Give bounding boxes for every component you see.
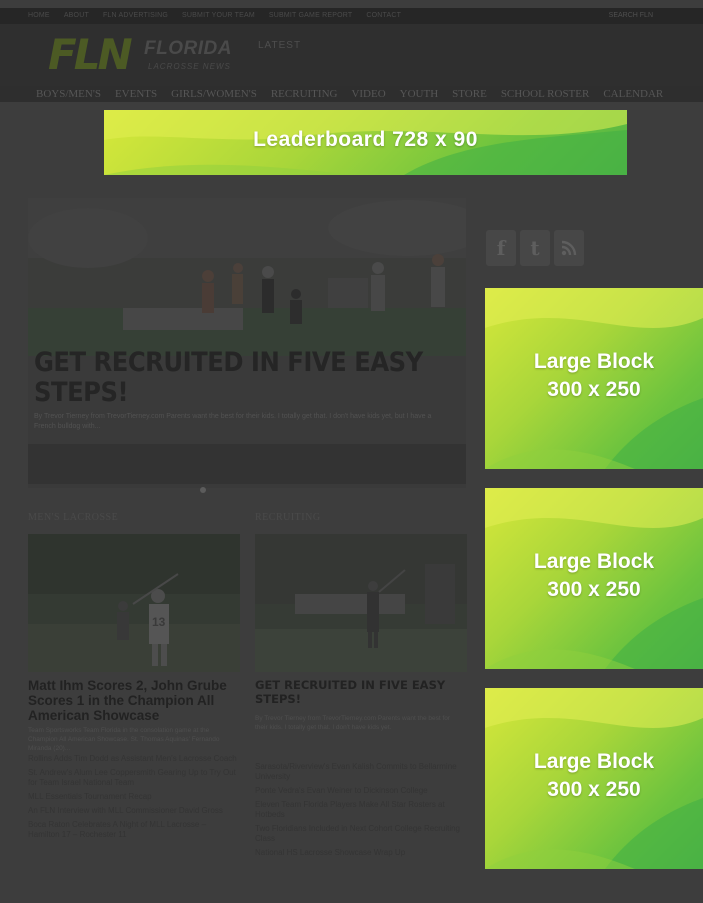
list-item[interactable]: Ponte Vedra's Evan Weiner to Dickinson C…: [255, 786, 465, 796]
hero-story: GET RECRUITED IN FIVE EASY STEPS! By Tre…: [28, 198, 466, 488]
list-item[interactable]: National HS Lacrosse Showcase Wrap Up: [255, 848, 465, 858]
nav-item-events[interactable]: Events: [115, 88, 157, 100]
svg-text:13: 13: [152, 615, 166, 629]
large-block-ad-3[interactable]: Large Block 300 x 250: [485, 688, 703, 869]
slider-pagination: [200, 487, 206, 493]
hero-title[interactable]: GET RECRUITED IN FIVE EASY STEPS!: [34, 348, 444, 408]
large-block-ad-label: Large Block 300 x 250: [485, 748, 703, 804]
search-link[interactable]: Search FLN: [609, 12, 653, 19]
hero-caption-strip: [28, 444, 466, 484]
ad-label-line-1: Large Block: [533, 750, 655, 773]
ad-label-line-1: Large Block: [533, 350, 655, 373]
rss-icon[interactable]: [554, 230, 584, 266]
mens-lacrosse-section: Men's Lacrosse 13 Matt Ihm Scores 2, Joh…: [28, 512, 240, 839]
nav-item-store[interactable]: Store: [452, 88, 487, 100]
list-item[interactable]: Two Floridians Included in Next Cohort C…: [255, 824, 465, 844]
social-icons: f t: [486, 230, 584, 266]
story-headline[interactable]: Matt Ihm Scores 2, John Grube Scores 1 i…: [28, 678, 240, 723]
logo-tagline: LACROSSE NEWS: [148, 62, 231, 71]
ad-label-line-2: 300 x 250: [547, 378, 641, 401]
topbar-link-home[interactable]: Home: [28, 12, 50, 19]
large-block-ad-2[interactable]: Large Block 300 x 250: [485, 488, 703, 669]
site-header: FLN FLORIDA LACROSSE NEWS LATEST: [0, 24, 703, 86]
page-overlay: Home About FLN Advertising Submit Your T…: [0, 0, 703, 903]
nav-item-youth[interactable]: Youth: [400, 88, 439, 100]
ad-label-line-1: Large Block: [533, 550, 655, 573]
hero-image[interactable]: [28, 198, 466, 356]
recruiting-section: Recruiting GET RECRUITED IN FIVE EASY ST…: [255, 512, 467, 857]
leaderboard-ad-label: Leaderboard 728 x 90: [253, 128, 478, 151]
topbar-link-about[interactable]: About: [64, 12, 89, 19]
site-logo[interactable]: FLN FLORIDA LACROSSE NEWS: [48, 30, 248, 79]
section-title[interactable]: Recruiting: [255, 512, 467, 532]
facebook-icon[interactable]: f: [486, 230, 516, 266]
story-photo[interactable]: 13: [28, 534, 240, 672]
list-item[interactable]: An FLN Interview with MLL Commissioner D…: [28, 806, 238, 816]
topbar-link-game-report[interactable]: Submit Game Report: [269, 12, 352, 19]
nav-item-girls-womens[interactable]: Girls/Women's: [171, 88, 257, 100]
large-block-ad-1[interactable]: Large Block 300 x 250: [485, 288, 703, 469]
list-item[interactable]: MLL Essentials Tournament Recap: [28, 792, 238, 802]
twitter-icon[interactable]: t: [520, 230, 550, 266]
nav-item-school-roster[interactable]: School Roster: [501, 88, 590, 100]
top-utility-bar: Home About FLN Advertising Submit Your T…: [0, 8, 703, 24]
section-title[interactable]: Men's Lacrosse: [28, 512, 240, 532]
topbar-link-submit-team[interactable]: Submit Your Team: [182, 12, 255, 19]
story-photo[interactable]: [255, 534, 467, 672]
hero-photo-graphic: [28, 198, 466, 356]
logo-word: FLORIDA: [144, 38, 232, 59]
nav-item-boys-mens[interactable]: Boys/Men's: [36, 88, 101, 100]
nav-item-calendar[interactable]: Calendar: [603, 88, 663, 100]
main-nav: Boys/Men's Events Girls/Women's Recruiti…: [0, 86, 703, 102]
ad-label-line-2: 300 x 250: [547, 778, 641, 801]
nav-item-recruiting[interactable]: Recruiting: [271, 88, 338, 100]
topbar-link-advertising[interactable]: FLN Advertising: [103, 12, 168, 19]
hero-excerpt: By Trevor Tierney from TrevorTierney.com…: [34, 413, 432, 430]
list-item[interactable]: Boca Raton Celebrates A Night of MLL Lac…: [28, 820, 238, 840]
latest-label: LATEST: [258, 40, 302, 51]
rss-glyph: [561, 240, 577, 256]
list-item[interactable]: St. Andrew's Alum Lee Coppersmith Gearin…: [28, 768, 238, 788]
slider-dot[interactable]: [200, 487, 206, 493]
story-excerpt: By Trevor Tierney from TrevorTierney.com…: [255, 715, 451, 731]
list-item[interactable]: Sarasota/Riverview's Evan Kalish Commits…: [255, 762, 465, 782]
nav-item-video[interactable]: Video: [351, 88, 385, 100]
story-excerpt: Team Sportsworks Team Florida in the con…: [28, 727, 220, 752]
topbar-link-contact[interactable]: Contact: [366, 12, 401, 19]
large-block-ad-label: Large Block 300 x 250: [485, 348, 703, 404]
large-block-ad-label: Large Block 300 x 250: [485, 548, 703, 604]
story-photo-graphic: [255, 534, 467, 672]
story-headline[interactable]: GET RECRUITED IN FIVE EASY STEPS!: [255, 678, 467, 706]
related-links-list: Rollins Adds Tim Dodd as Assistant Men's…: [28, 754, 238, 844]
logo-mark: FLN: [48, 30, 133, 79]
ad-label-line-2: 300 x 250: [547, 578, 641, 601]
related-links-list: Sarasota/Riverview's Evan Kalish Commits…: [255, 762, 465, 862]
leaderboard-ad[interactable]: Leaderboard 728 x 90: [104, 110, 627, 175]
list-item[interactable]: Rollins Adds Tim Dodd as Assistant Men's…: [28, 754, 238, 764]
list-item[interactable]: Eleven Team Florida Players Make All Sta…: [255, 800, 465, 820]
story-photo-graphic: 13: [28, 534, 240, 672]
